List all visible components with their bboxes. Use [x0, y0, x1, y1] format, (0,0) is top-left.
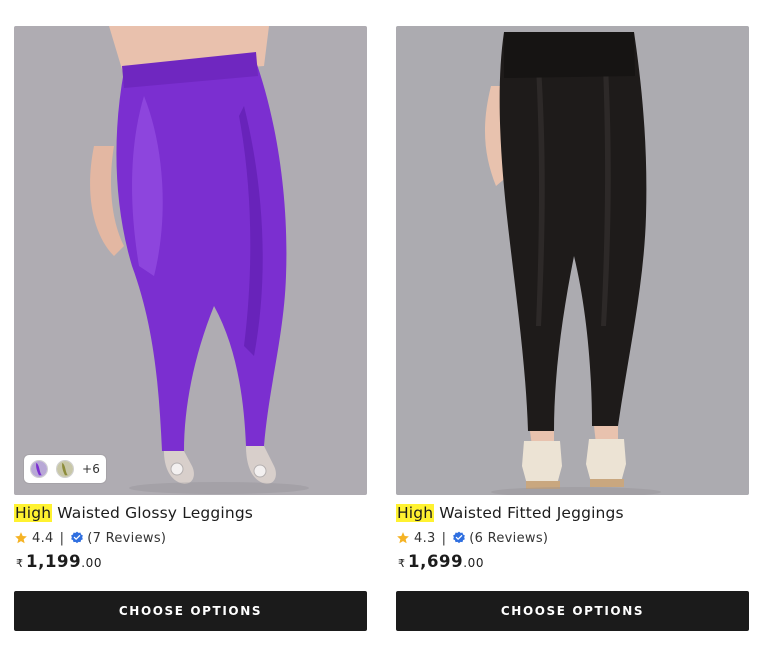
- product-card[interactable]: High Waisted Fitted Jeggings 4.3 | (6 Re…: [396, 26, 749, 631]
- price-decimal: .00: [463, 556, 485, 570]
- product-title[interactable]: High Waisted Fitted Jeggings: [396, 502, 749, 524]
- price: ₹ 1,699 .00: [396, 552, 749, 576]
- price-amount: 1,199: [26, 552, 82, 571]
- review-count[interactable]: (7 Reviews): [87, 531, 166, 546]
- price: ₹ 1,199 .00: [14, 552, 367, 576]
- product-title-rest: Waisted Glossy Leggings: [52, 504, 254, 522]
- choose-options-button[interactable]: CHOOSE OPTIONS: [396, 591, 749, 631]
- review-count[interactable]: (6 Reviews): [469, 531, 548, 546]
- product-image[interactable]: [396, 26, 749, 495]
- price-decimal: .00: [81, 556, 103, 570]
- swatch-purple[interactable]: [30, 460, 48, 478]
- currency-symbol: ₹: [16, 557, 23, 570]
- more-swatches-count[interactable]: +6: [82, 462, 100, 476]
- rating-separator: |: [441, 530, 447, 546]
- search-highlight: High: [14, 504, 53, 522]
- product-card[interactable]: +6 High Waisted Glossy Leggings 4.4 | (7…: [14, 26, 367, 631]
- rating-row: 4.3 | (6 Reviews): [396, 528, 749, 548]
- currency-symbol: ₹: [398, 557, 405, 570]
- verified-badge-icon: [453, 531, 466, 544]
- product-photo: [14, 26, 367, 495]
- product-title[interactable]: High Waisted Glossy Leggings: [14, 502, 367, 524]
- swatch-olive[interactable]: [56, 460, 74, 478]
- rating-value: 4.4: [32, 530, 54, 546]
- product-title-rest: Waisted Fitted Jeggings: [434, 504, 624, 522]
- star-icon: [397, 532, 409, 544]
- price-amount: 1,699: [408, 552, 464, 571]
- rating-row: 4.4 | (7 Reviews): [14, 528, 367, 548]
- choose-options-button[interactable]: CHOOSE OPTIONS: [14, 591, 367, 631]
- color-swatches: +6: [24, 455, 107, 483]
- search-highlight: High: [396, 504, 435, 522]
- product-image[interactable]: +6: [14, 26, 367, 495]
- rating-separator: |: [59, 530, 65, 546]
- verified-badge-icon: [71, 531, 84, 544]
- rating-value: 4.3: [414, 530, 436, 546]
- star-icon: [15, 532, 27, 544]
- product-photo: [396, 26, 749, 495]
